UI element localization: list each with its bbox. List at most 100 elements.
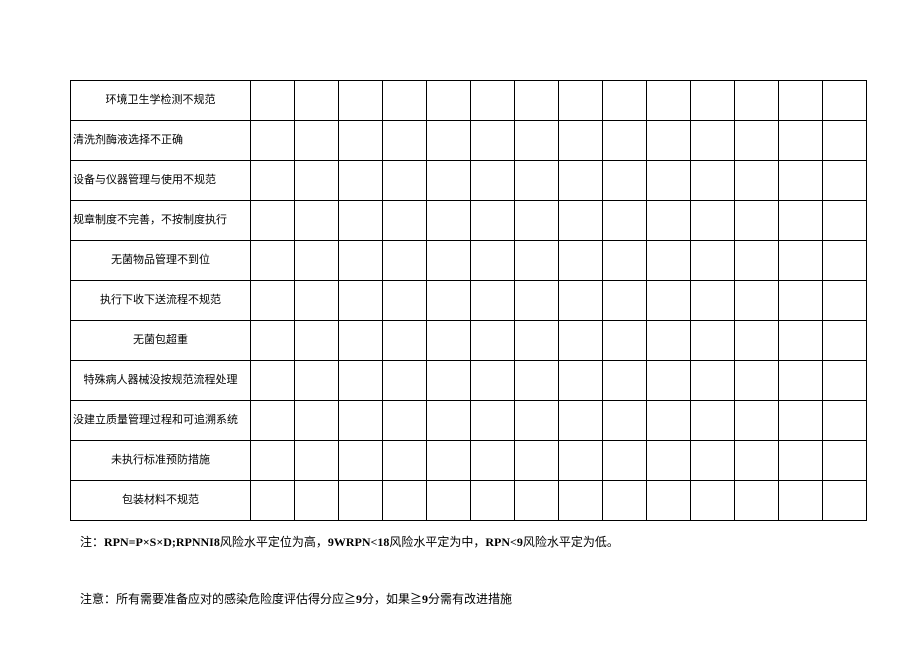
empty-cell (779, 201, 823, 241)
empty-cell (823, 281, 867, 321)
empty-cell (339, 401, 383, 441)
empty-cell (515, 161, 559, 201)
empty-cell (559, 441, 603, 481)
empty-cell (251, 401, 295, 441)
empty-cell (295, 361, 339, 401)
empty-cell (735, 361, 779, 401)
empty-cell (735, 401, 779, 441)
empty-cell (295, 441, 339, 481)
empty-cell (295, 81, 339, 121)
empty-cell (735, 321, 779, 361)
empty-cell (647, 121, 691, 161)
empty-cell (427, 441, 471, 481)
empty-cell (471, 321, 515, 361)
empty-cell (691, 121, 735, 161)
empty-cell (515, 321, 559, 361)
empty-cell (251, 121, 295, 161)
empty-cell (647, 441, 691, 481)
empty-cell (603, 481, 647, 521)
empty-cell (823, 81, 867, 121)
empty-cell (471, 121, 515, 161)
empty-cell (383, 81, 427, 121)
empty-cell (251, 321, 295, 361)
empty-cell (823, 121, 867, 161)
empty-cell (559, 321, 603, 361)
empty-cell (295, 401, 339, 441)
empty-cell (779, 401, 823, 441)
empty-cell (339, 121, 383, 161)
empty-cell (515, 361, 559, 401)
table-row: 没建立质量管理过程和可追溯系统 (71, 401, 867, 441)
empty-cell (603, 441, 647, 481)
empty-cell (339, 481, 383, 521)
empty-cell (823, 241, 867, 281)
empty-cell (295, 201, 339, 241)
empty-cell (515, 201, 559, 241)
empty-cell (603, 401, 647, 441)
empty-cell (779, 361, 823, 401)
empty-cell (383, 241, 427, 281)
empty-cell (383, 121, 427, 161)
empty-cell (515, 81, 559, 121)
empty-cell (559, 121, 603, 161)
empty-cell (779, 281, 823, 321)
empty-cell (603, 201, 647, 241)
empty-cell (383, 281, 427, 321)
table-row: 无菌物品管理不到位 (71, 241, 867, 281)
empty-cell (735, 201, 779, 241)
footnote-formula: 注：RPN=P×S×D;RPNNI8风险水平定位为高，9WRPN<18风险水平定… (70, 533, 850, 550)
empty-cell (647, 201, 691, 241)
empty-cell (295, 121, 339, 161)
empty-cell (383, 401, 427, 441)
row-label: 清洗剂酶液选择不正确 (71, 121, 251, 161)
empty-cell (823, 401, 867, 441)
empty-cell (515, 481, 559, 521)
empty-cell (427, 321, 471, 361)
row-label: 包装材料不规范 (71, 481, 251, 521)
empty-cell (251, 361, 295, 401)
empty-cell (823, 361, 867, 401)
empty-cell (691, 241, 735, 281)
table-row: 执行下收下送流程不规范 (71, 281, 867, 321)
empty-cell (383, 161, 427, 201)
empty-cell (603, 321, 647, 361)
empty-cell (251, 201, 295, 241)
empty-cell (647, 401, 691, 441)
empty-cell (779, 121, 823, 161)
empty-cell (295, 241, 339, 281)
row-label: 没建立质量管理过程和可追溯系统 (71, 401, 251, 441)
empty-cell (603, 361, 647, 401)
empty-cell (339, 81, 383, 121)
empty-cell (559, 241, 603, 281)
empty-cell (603, 281, 647, 321)
empty-cell (339, 201, 383, 241)
empty-cell (647, 81, 691, 121)
empty-cell (339, 361, 383, 401)
empty-cell (427, 361, 471, 401)
empty-cell (295, 161, 339, 201)
empty-cell (603, 121, 647, 161)
footnote-attention: 注意：所有需要准备应对的感染危险度评估得分应≧9分，如果≧9分需有改进措施 (70, 590, 850, 607)
empty-cell (559, 401, 603, 441)
empty-cell (735, 281, 779, 321)
risk-table-container: 环境卫生学检测不规范清洗剂酶液选择不正确设备与仪器管理与使用不规范规章制度不完善… (70, 80, 850, 521)
empty-cell (471, 161, 515, 201)
empty-cell (339, 161, 383, 201)
empty-cell (559, 281, 603, 321)
empty-cell (427, 481, 471, 521)
empty-cell (471, 241, 515, 281)
empty-cell (735, 161, 779, 201)
empty-cell (251, 481, 295, 521)
empty-cell (559, 161, 603, 201)
empty-cell (691, 161, 735, 201)
empty-cell (691, 81, 735, 121)
empty-cell (823, 441, 867, 481)
empty-cell (823, 321, 867, 361)
empty-cell (779, 481, 823, 521)
row-label: 无菌包超重 (71, 321, 251, 361)
empty-cell (603, 81, 647, 121)
row-label: 规章制度不完善，不按制度执行 (71, 201, 251, 241)
empty-cell (779, 241, 823, 281)
empty-cell (779, 321, 823, 361)
table-row: 设备与仪器管理与使用不规范 (71, 161, 867, 201)
